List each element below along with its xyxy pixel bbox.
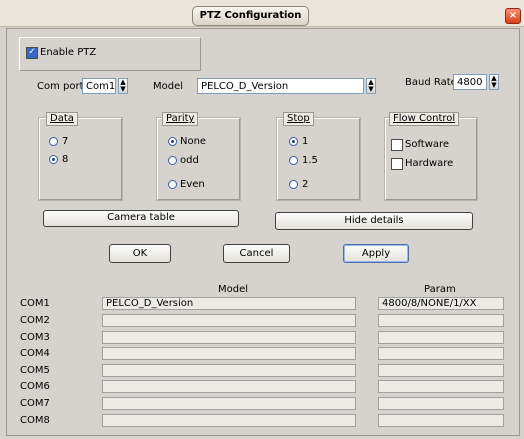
model-label: Model [153,81,184,92]
row-model-com7 [102,397,356,410]
flow-option-software: Software [405,139,450,150]
stop-option-1-5: 1.5 [302,155,318,166]
stop-radio-1-5[interactable] [289,156,298,165]
row-param-com8 [378,414,504,427]
model-select[interactable]: PELCO_D_Version [197,78,364,94]
checkmark-icon: ✓ [28,47,36,57]
row-model-com5 [102,364,356,377]
baud-rate-select[interactable]: 4800 [453,74,487,90]
row-port-com8: COM8 [20,415,50,426]
row-model-com6 [102,380,356,393]
up-down-arrows-icon: ▲ ▼ [491,74,497,89]
baud-rate-spin[interactable]: ▲ ▼ [489,74,499,90]
row-port-com2: COM2 [20,315,50,326]
enable-ptz-label: Enable PTZ [40,47,97,58]
data-option-8: 8 [62,154,69,165]
up-down-arrows-icon: ▲ ▼ [120,78,126,93]
row-port-com3: COM3 [20,332,50,343]
row-port-com5: COM5 [20,365,50,376]
stop-option-2: 2 [302,179,309,190]
row-model-com1: PELCO_D_Version [102,297,356,310]
row-port-com4: COM4 [20,348,50,359]
param-column-header: Param [424,284,456,295]
parity-radio-odd[interactable] [168,156,177,165]
parity-radio-even[interactable] [168,180,177,189]
camera-table-button[interactable]: Camera table [43,210,239,227]
ok-button[interactable]: OK [109,244,171,263]
parity-option-even: Even [180,179,205,190]
row-model-com3 [102,331,356,344]
data-radio-7[interactable] [49,137,58,146]
com-port-label: Com port [37,81,84,92]
row-model-com2 [102,314,356,327]
com-port-spin[interactable]: ▲ ▼ [118,78,128,94]
stop-legend: Stop [283,112,314,126]
parity-legend: Parity [162,112,199,126]
hide-details-button[interactable]: Hide details [275,212,473,230]
window-title: PTZ Configuration [192,6,309,26]
enable-ptz-checkbox[interactable]: ✓ [26,47,38,59]
row-param-com2 [378,314,504,327]
row-port-com1: COM1 [20,298,50,309]
parity-option-none: None [180,136,207,147]
data-radio-8[interactable] [49,155,58,164]
flow-control-legend: Flow Control [389,112,460,126]
row-param-com6 [378,380,504,393]
row-model-com4 [102,347,356,360]
row-port-com6: COM6 [20,381,50,392]
row-param-com4 [378,347,504,360]
model-column-header: Model [218,284,249,295]
stop-radio-1[interactable] [289,137,298,146]
parity-option-odd: odd [180,155,199,166]
row-param-com5 [378,364,504,377]
flow-software-checkbox[interactable] [391,139,403,151]
data-option-7: 7 [62,136,69,147]
row-param-com1: 4800/8/NONE/1/XX [378,297,504,310]
stop-option-1: 1 [302,136,309,147]
row-param-com7 [378,397,504,410]
model-spin[interactable]: ▲ ▼ [366,78,376,94]
row-model-com8 [102,414,356,427]
row-port-com7: COM7 [20,398,50,409]
row-param-com3 [378,331,504,344]
com-port-select[interactable]: Com1 [82,78,116,94]
parity-radio-none[interactable] [168,137,177,146]
cancel-button[interactable]: Cancel [223,244,290,263]
flow-option-hardware: Hardware [405,158,454,169]
flow-hardware-checkbox[interactable] [391,158,403,170]
close-button[interactable]: × [505,8,521,24]
up-down-arrows-icon: ▲ ▼ [368,78,374,93]
data-legend: Data [46,112,78,126]
apply-button[interactable]: Apply [343,244,409,263]
stop-radio-2[interactable] [289,180,298,189]
baud-rate-label: Baud Rate [405,77,457,88]
